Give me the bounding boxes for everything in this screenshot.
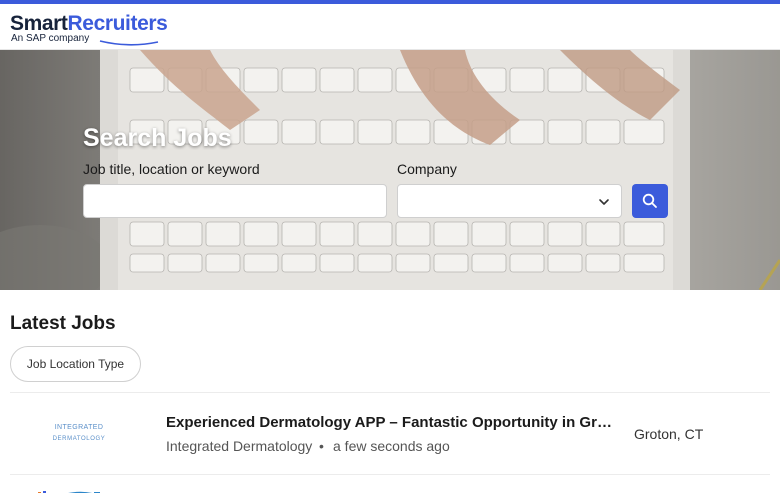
job-location-type-filter[interactable]: Job Location Type bbox=[10, 346, 141, 382]
chevron-down-icon bbox=[599, 199, 609, 205]
job-listing-row[interactable] bbox=[10, 474, 770, 493]
job-location: Groton, CT bbox=[634, 426, 704, 442]
smartrecruiters-logo[interactable]: SmartRecruiters An SAP company bbox=[10, 12, 170, 46]
job-list: INTEGRATED DERMATOLOGY Experienced Derma… bbox=[10, 392, 770, 493]
company-logo-line2: DERMATOLOGY bbox=[52, 436, 106, 442]
company-select[interactable] bbox=[397, 184, 622, 218]
meta-separator: • bbox=[319, 438, 324, 454]
job-company-name: Integrated Dermatology bbox=[166, 438, 313, 454]
latest-jobs-heading: Latest Jobs bbox=[10, 313, 116, 334]
company-logo bbox=[38, 491, 100, 493]
keyword-search-input[interactable] bbox=[83, 184, 387, 218]
logo-recruiters-text: Recruiters bbox=[67, 12, 168, 35]
logo-smart-text: Smart bbox=[10, 12, 68, 35]
job-title-link[interactable]: Experienced Dermatology APP – Fantastic … bbox=[166, 414, 612, 431]
search-button[interactable] bbox=[632, 184, 668, 218]
company-logo-line1: INTEGRATED bbox=[54, 424, 104, 431]
logo-tagline: An SAP company bbox=[11, 33, 90, 44]
keyword-label: Job title, location or keyword bbox=[83, 161, 260, 177]
job-listing-row[interactable]: INTEGRATED DERMATOLOGY Experienced Derma… bbox=[10, 392, 770, 474]
company-logo: INTEGRATED DERMATOLOGY bbox=[50, 423, 108, 445]
search-hero: Search Jobs Job title, location or keywo… bbox=[0, 50, 780, 290]
search-jobs-heading: Search Jobs bbox=[83, 124, 232, 152]
company-label: Company bbox=[397, 161, 457, 177]
logo-swoosh-icon bbox=[99, 40, 159, 46]
job-posted-time: a few seconds ago bbox=[333, 438, 450, 454]
site-header: SmartRecruiters An SAP company bbox=[0, 4, 780, 50]
search-icon bbox=[642, 193, 657, 208]
